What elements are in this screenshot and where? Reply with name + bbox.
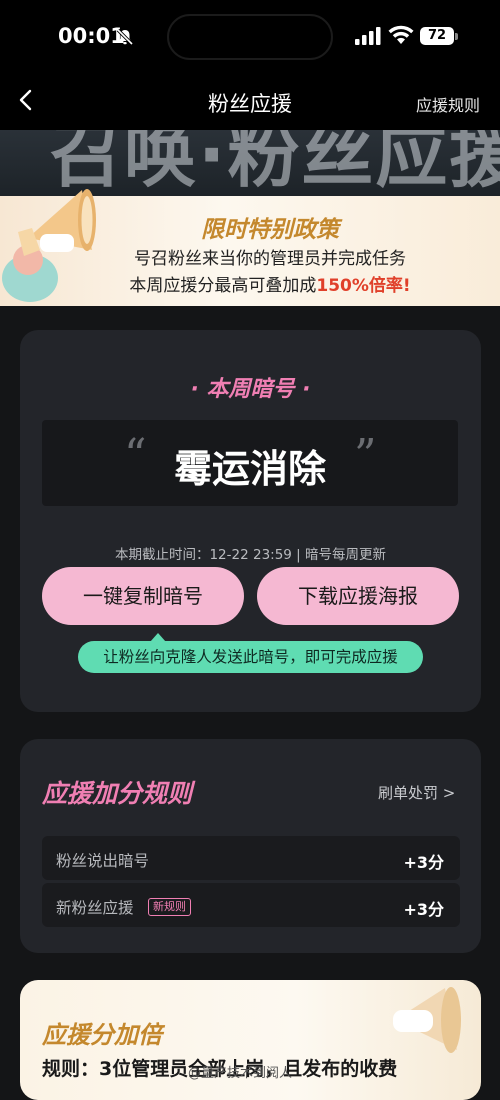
policy-line-1: 号召粉丝来当你的管理员并完成任务 — [134, 249, 406, 269]
wifi-icon — [388, 25, 414, 44]
battery-level: 72 — [420, 27, 454, 45]
battery-tip — [455, 33, 458, 40]
rule-points: +3分 — [403, 853, 444, 872]
support-rules-link[interactable]: 应援规则 — [416, 92, 480, 116]
watermark: @量产技术到阅人 — [188, 1066, 293, 1081]
cellular-signal-icon — [355, 27, 381, 45]
policy-line-2: 本周应援分最高可叠加成150%倍率! — [0, 271, 500, 296]
new-rule-badge: 新规则 — [148, 898, 191, 916]
close-quote-icon: ” — [354, 430, 377, 481]
code-tip-bubble: 让粉丝向克隆人发送此暗号，即可完成应援 — [78, 641, 423, 673]
status-time: 00:01 — [58, 24, 125, 48]
rules-title: 应援加分规则 — [42, 779, 193, 808]
bonus-title: 应援分加倍 — [42, 1021, 162, 1049]
policy-multiplier: 150%倍率! — [316, 276, 411, 296]
silent-bell-icon — [116, 28, 134, 46]
copy-code-button[interactable]: 一键复制暗号 — [42, 567, 244, 625]
weekly-code: 霉运消除 — [173, 447, 326, 491]
download-poster-button[interactable]: 下载应援海报 — [257, 567, 459, 625]
weekly-code-title: · 本周暗号 · — [190, 377, 311, 402]
policy-line-2-text: 本周应援分最高可叠加成 — [129, 276, 317, 296]
rule-label: 新粉丝应援 — [56, 899, 134, 917]
banner-title: 召唤·粉丝应援 — [50, 130, 500, 196]
dynamic-island — [167, 14, 333, 60]
rule-label: 粉丝说出暗号 — [56, 852, 150, 870]
policy-title: 限时特别政策 — [201, 217, 339, 243]
penalty-link[interactable]: 刷单处罚 > — [378, 782, 455, 803]
rule-points: +3分 — [403, 900, 444, 919]
code-deadline: 本期截止时间：12-22 23:59 | 暗号每周更新 — [114, 547, 387, 563]
